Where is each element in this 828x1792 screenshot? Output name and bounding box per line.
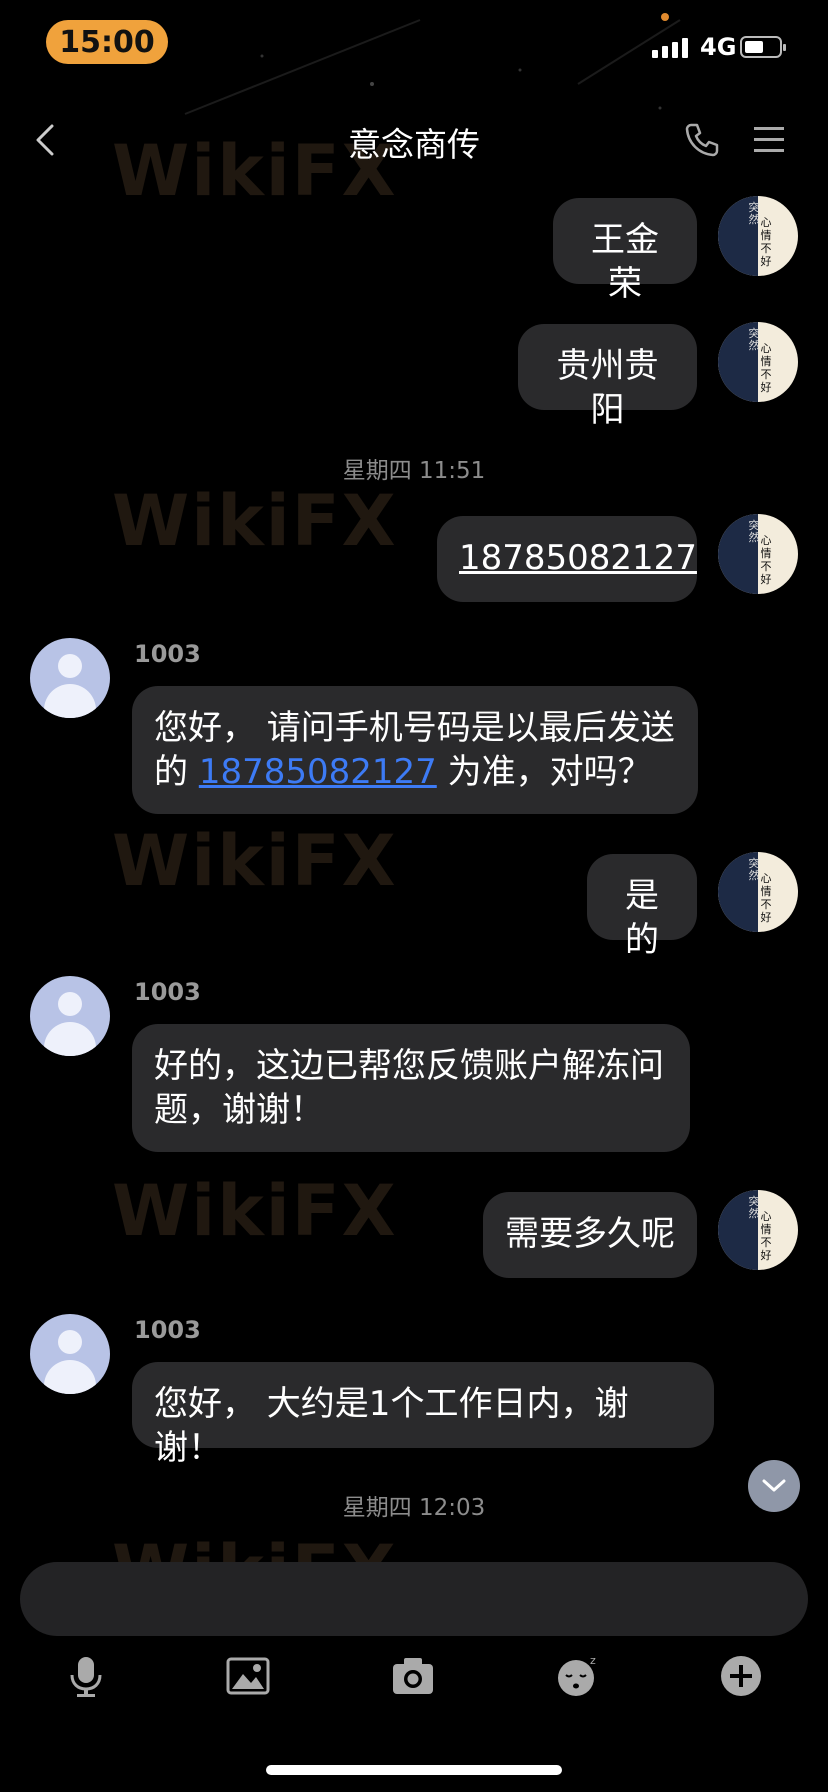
home-indicator bbox=[266, 1765, 562, 1775]
agent-avatar[interactable] bbox=[30, 976, 110, 1056]
chevron-down-icon bbox=[762, 1479, 786, 1492]
sender-name: 1003 bbox=[134, 1316, 201, 1344]
my-avatar[interactable]: 突然 心情不好 bbox=[718, 196, 798, 276]
incoming-message[interactable]: 您好， 大约是1个工作日内，谢谢！ bbox=[132, 1362, 714, 1468]
sticker-icon[interactable]: z bbox=[556, 1654, 600, 1698]
microphone-icon[interactable] bbox=[64, 1654, 108, 1698]
outgoing-message[interactable]: 王金荣 bbox=[553, 198, 697, 304]
incoming-message[interactable]: 好的，这边已帮您反馈账户解冻问题，谢谢！ bbox=[132, 1024, 690, 1152]
svg-text:z: z bbox=[590, 1654, 596, 1667]
my-avatar[interactable]: 突然 心情不好 bbox=[718, 852, 798, 932]
timestamp: 星期四 11:51 bbox=[342, 458, 486, 484]
scroll-to-bottom-button[interactable] bbox=[748, 1460, 800, 1512]
status-time: 15:00 bbox=[46, 20, 168, 64]
background-decoration bbox=[184, 13, 681, 115]
signal-icon bbox=[652, 38, 688, 58]
plus-icon[interactable] bbox=[719, 1654, 763, 1698]
image-icon[interactable] bbox=[226, 1654, 270, 1698]
phone-call-button[interactable] bbox=[682, 120, 722, 160]
outgoing-message[interactable]: 需要多久呢 bbox=[483, 1192, 697, 1278]
outgoing-message[interactable]: 18785082127 bbox=[437, 516, 697, 602]
watermark: WikiFX bbox=[112, 480, 398, 562]
timestamp: 星期四 12:03 bbox=[342, 1495, 486, 1521]
sender-name: 1003 bbox=[134, 640, 201, 668]
camera-icon[interactable] bbox=[391, 1654, 435, 1698]
sender-name: 1003 bbox=[134, 978, 201, 1006]
message-input[interactable] bbox=[20, 1562, 808, 1636]
outgoing-message[interactable]: 贵州贵阳 bbox=[518, 324, 697, 430]
incoming-message[interactable]: 您好， 请问手机号码是以最后发送 的 18785082127 为准，对吗？ bbox=[132, 686, 698, 814]
my-avatar[interactable]: 突然 心情不好 bbox=[718, 322, 798, 402]
menu-button[interactable] bbox=[752, 124, 786, 156]
watermark: WikiFX bbox=[112, 1170, 398, 1252]
watermark: WikiFX bbox=[112, 820, 398, 902]
battery-icon bbox=[740, 36, 786, 58]
my-avatar[interactable]: 突然 心情不好 bbox=[718, 1190, 798, 1270]
agent-avatar[interactable] bbox=[30, 638, 110, 718]
agent-avatar[interactable] bbox=[30, 1314, 110, 1394]
outgoing-message[interactable]: 是的 bbox=[587, 854, 697, 960]
phone-number-link[interactable]: 18785082127 bbox=[459, 538, 697, 578]
phone-number-link[interactable]: 18785082127 bbox=[199, 752, 437, 792]
my-avatar[interactable]: 突然 心情不好 bbox=[718, 514, 798, 594]
network-label: 4G bbox=[700, 33, 737, 61]
